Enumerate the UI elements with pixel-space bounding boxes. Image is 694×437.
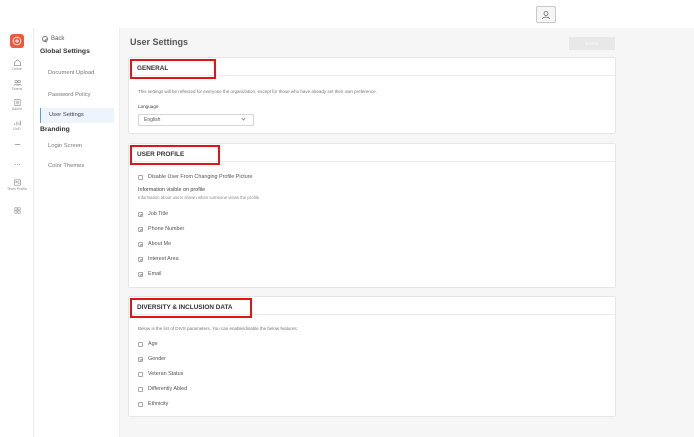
app-logo[interactable] xyxy=(10,34,24,48)
disable-picture-checkbox[interactable]: Disable User From Changing Profile Pictu… xyxy=(138,174,253,180)
profile-button[interactable] xyxy=(536,6,556,23)
disable-picture-label: Disable User From Changing Profile Pictu… xyxy=(148,174,253,180)
back-link[interactable]: Back xyxy=(42,36,64,42)
general-card-header: GENERAL xyxy=(129,58,615,79)
checkbox-checked-icon xyxy=(138,241,143,247)
rail-label-admin: Admin xyxy=(11,107,23,111)
nav-item-login-screen[interactable]: Login Screen xyxy=(40,139,114,154)
general-card: GENERAL This settings will be reflected … xyxy=(128,57,616,134)
field-label: About Me xyxy=(148,241,172,247)
nav-heading-branding: Branding xyxy=(40,126,70,133)
field-checkbox-email[interactable]: Email xyxy=(138,271,161,277)
field-checkbox-interest-area[interactable]: Interest Area xyxy=(138,256,179,262)
teams-icon xyxy=(13,80,22,86)
checkbox-icon xyxy=(138,401,143,407)
rail-item-home[interactable]: Home xyxy=(0,58,34,72)
field-checkbox-phone-number[interactable]: Phone Number xyxy=(138,226,184,232)
home-icon xyxy=(13,59,21,66)
dni-label: Ethnicity xyxy=(148,401,169,407)
dni-card-header: DIVERSITY & INCLUSION DATA xyxy=(129,297,615,318)
rail-item-more[interactable] xyxy=(0,140,34,149)
checkbox-icon xyxy=(138,174,143,180)
field-label: Email xyxy=(148,271,162,277)
language-value: English xyxy=(144,117,161,123)
rail-item-grid[interactable] xyxy=(0,206,34,215)
checkbox-icon xyxy=(138,386,143,392)
dni-description: Below is the list of DIVS parameters. Yo… xyxy=(138,326,298,331)
dni-checkbox-differently-abled[interactable]: Differently Abled xyxy=(138,386,187,392)
nav-item-password-policy[interactable]: Password Policy xyxy=(40,88,114,103)
checkbox-checked-icon xyxy=(138,256,143,262)
general-description: This settings will be reflected for ever… xyxy=(138,89,377,94)
rail-label-teams: Teams xyxy=(11,87,23,91)
main-content: User Settings SAVE GENERAL This settings… xyxy=(120,28,694,437)
dni-checkbox-gender[interactable]: Gender xyxy=(138,356,166,362)
checkbox-checked-icon xyxy=(138,271,143,277)
visible-info-description: Information about users shown when someo… xyxy=(138,195,260,200)
nav-item-color-themes[interactable]: Color Themes xyxy=(40,159,114,174)
page-title: User Settings xyxy=(130,37,189,47)
rail-item-teams[interactable]: Teams xyxy=(0,78,34,92)
language-label: Language xyxy=(138,104,159,109)
settings-nav: Back Global Settings Document Upload Pas… xyxy=(34,28,120,437)
dots-icon xyxy=(14,164,20,165)
save-button[interactable]: SAVE xyxy=(569,37,615,50)
grid-icon xyxy=(14,207,20,214)
field-checkbox-about-me[interactable]: About Me xyxy=(138,241,171,247)
general-title: GENERAL xyxy=(130,59,216,79)
rail-item-dnd[interactable]: DnD xyxy=(0,118,34,132)
user-avatar-icon xyxy=(542,10,550,19)
checkbox-checked-icon xyxy=(138,211,143,217)
visible-info-heading: Information visible on profile xyxy=(138,187,206,193)
back-label: Back xyxy=(51,36,65,42)
nav-item-user-settings[interactable]: User Settings xyxy=(40,108,114,123)
icon-rail: Home Teams Admin DnD Team Profile xyxy=(0,28,34,437)
dni-title: DIVERSITY & INCLUSION DATA xyxy=(130,298,252,318)
back-arrow-icon xyxy=(42,36,48,42)
language-select[interactable]: English xyxy=(138,114,254,126)
rail-item-team-profile[interactable]: Team Profile xyxy=(0,178,34,192)
dni-label: Differently Abled xyxy=(148,386,188,392)
dni-label: Age xyxy=(148,341,158,347)
rail-item-admin[interactable]: Admin xyxy=(0,98,34,112)
rail-label-dnd: DnD xyxy=(13,127,21,131)
rail-item-dots[interactable] xyxy=(0,160,34,169)
top-bar xyxy=(0,0,694,28)
rail-label-home: Home xyxy=(12,67,22,71)
rail-label-team-profile: Team Profile xyxy=(7,187,27,191)
dni-checkbox-ethnicity[interactable]: Ethnicity xyxy=(138,401,168,407)
checkbox-icon xyxy=(138,341,143,347)
nav-item-document-upload[interactable]: Document Upload xyxy=(40,66,114,81)
checkbox-icon xyxy=(138,371,143,377)
nav-heading-global-settings: Global Settings xyxy=(40,48,90,55)
dni-label: Veteran Status xyxy=(148,371,184,377)
dni-checkbox-age[interactable]: Age xyxy=(138,341,158,347)
field-label: Interest Area xyxy=(148,256,179,262)
field-checkbox-job-title[interactable]: Job Title xyxy=(138,211,168,217)
more-icon xyxy=(14,144,20,145)
field-label: Phone Number xyxy=(148,226,185,232)
user-profile-card: USER PROFILE Disable User From Changing … xyxy=(128,143,616,288)
checkbox-checked-icon xyxy=(138,356,143,362)
checkbox-checked-icon xyxy=(138,226,143,232)
dni-label: Gender xyxy=(148,356,166,362)
user-profile-card-header: USER PROFILE xyxy=(129,144,615,165)
admin-icon xyxy=(13,99,21,106)
dni-card: DIVERSITY & INCLUSION DATA Below is the … xyxy=(128,296,616,417)
chart-icon xyxy=(13,120,21,126)
chevron-down-icon xyxy=(241,116,246,121)
dni-checkbox-veteran-status[interactable]: Veteran Status xyxy=(138,371,183,377)
team-profile-icon xyxy=(13,179,21,186)
field-label: Job Title xyxy=(148,211,169,217)
user-profile-title: USER PROFILE xyxy=(130,145,220,165)
plus-circle-icon xyxy=(12,36,22,46)
